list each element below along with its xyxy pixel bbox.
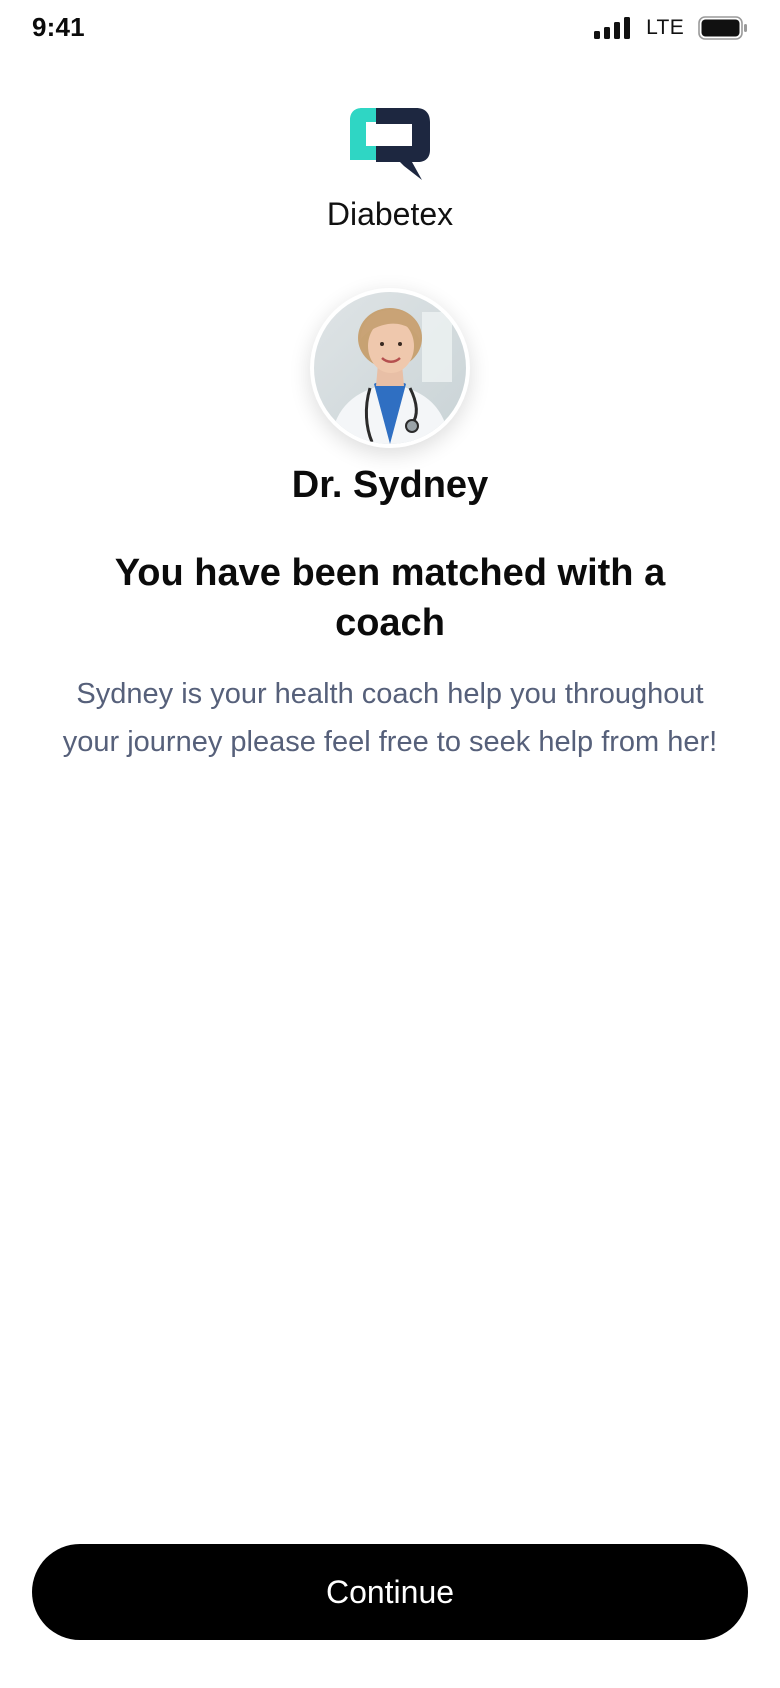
network-type-label: LTE bbox=[646, 16, 684, 39]
coach-avatar bbox=[310, 288, 470, 448]
coach-name: Dr. Sydney bbox=[291, 464, 489, 506]
status-indicators: LTE bbox=[594, 16, 748, 40]
continue-button[interactable]: Continue bbox=[32, 1544, 748, 1640]
battery-full-icon bbox=[698, 16, 747, 40]
signal-bars-icon bbox=[594, 17, 631, 39]
status-bar: 9:41 LTE bbox=[0, 0, 780, 60]
match-title: You have been matched with a coach bbox=[114, 552, 666, 644]
brand-name: Diabetex bbox=[326, 196, 454, 232]
status-time: 9:41 bbox=[32, 12, 85, 42]
doctor-portrait-avatar bbox=[314, 292, 466, 444]
match-description: Sydney is your health coach help you thr… bbox=[62, 678, 718, 758]
chat-bubble-logo-icon bbox=[350, 108, 430, 180]
